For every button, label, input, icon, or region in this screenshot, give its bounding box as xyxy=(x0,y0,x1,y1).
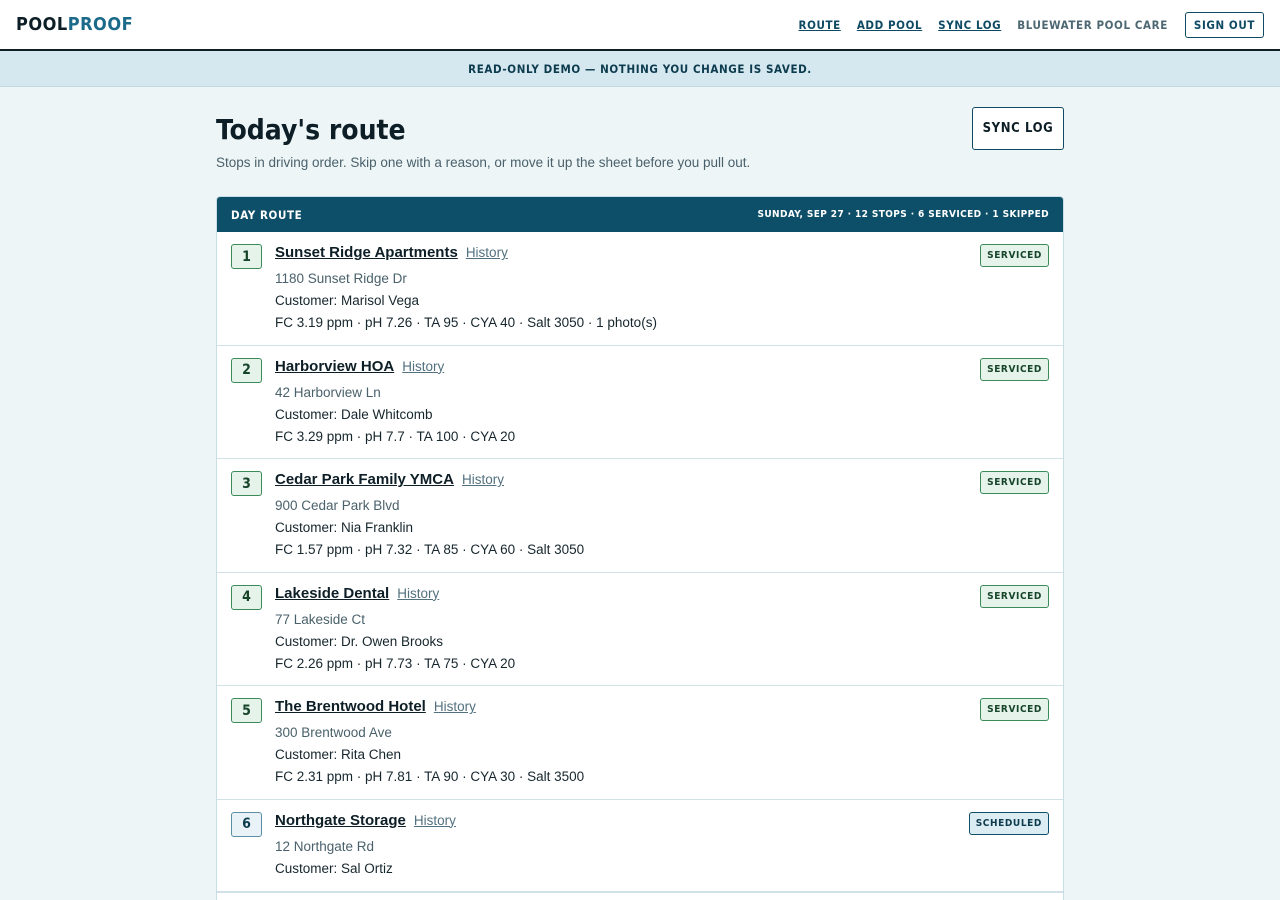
stop-customer: Customer: Nia Franklin xyxy=(275,520,414,535)
status-badge: SERVICED xyxy=(980,471,1049,494)
top-nav-bar: POOLPROOF ROUTE ADD POOL SYNC LOG BLUEWA… xyxy=(0,0,1280,51)
main-nav: ROUTE ADD POOL SYNC LOG BLUEWATER POOL C… xyxy=(783,11,1264,38)
sign-out-button[interactable]: SIGN OUT xyxy=(1184,11,1264,38)
brand-logo[interactable]: POOLPROOF xyxy=(16,14,133,35)
stop-name-link[interactable]: Sunset Ridge Apartments xyxy=(275,244,458,261)
route-stop-next xyxy=(217,891,1063,900)
stop-customer: Customer: Marisol Vega xyxy=(275,293,420,308)
day-route-summary: SUNDAY, SEP 27 · 12 STOPS · 6 SERVICED ·… xyxy=(757,209,1049,220)
stop-history-link[interactable]: History xyxy=(466,245,508,260)
route-stop: 5 The Brentwood Hotel History 300 Brentw… xyxy=(217,686,1063,800)
status-badge: SCHEDULED xyxy=(968,811,1049,835)
stop-name-link[interactable]: Lakeside Dental xyxy=(275,585,389,602)
route-stop: 4 Lakeside Dental History 77 Lakeside Ct… xyxy=(217,573,1063,686)
stop-address: 1180 Sunset Ridge Dr xyxy=(275,271,407,286)
status-badge: SERVICED xyxy=(980,244,1049,267)
nav-sync-log-link[interactable]: SYNC LOG xyxy=(938,18,1001,32)
stop-name-link[interactable]: Cedar Park Family YMCA xyxy=(275,471,454,488)
brand-part-1: POOL xyxy=(16,14,68,35)
stop-customer: Customer: Dr. Owen Brooks xyxy=(275,633,444,649)
stop-history-link[interactable]: History xyxy=(462,472,504,487)
stop-number: 1 xyxy=(231,244,262,269)
stop-readings: FC 1.57 ppm · pH 7.32 · TA 85 · CYA 60 ·… xyxy=(275,542,585,557)
stop-name-link[interactable]: The Brentwood Hotel xyxy=(275,698,426,715)
day-route-card: DAY ROUTE SUNDAY, SEP 27 · 12 STOPS · 6 … xyxy=(216,196,1064,900)
main-content: Today's route SYNC LOG Stops in driving … xyxy=(216,87,1064,900)
route-stop: 2 Harborview HOA History 42 Harborview L… xyxy=(217,346,1063,459)
stop-customer: Customer: Rita Chen xyxy=(275,747,402,762)
route-stop: 1 Sunset Ridge Apartments History 1180 S… xyxy=(217,232,1063,346)
stop-number: 6 xyxy=(231,811,262,837)
stop-number: 5 xyxy=(231,698,262,723)
status-badge: SERVICED xyxy=(980,584,1049,608)
stop-history-link[interactable]: History xyxy=(434,699,476,714)
stop-customer: Customer: Sal Ortiz xyxy=(275,860,393,876)
nav-route-link[interactable]: ROUTE xyxy=(799,18,841,32)
stop-number: 4 xyxy=(231,584,262,610)
page-header: Today's route SYNC LOG xyxy=(216,107,1064,150)
day-route-label: DAY ROUTE xyxy=(231,207,303,222)
sync-log-button[interactable]: SYNC LOG xyxy=(972,107,1064,150)
stop-address: 12 Northgate Rd xyxy=(275,838,375,854)
stop-name-link[interactable]: Harborview HOA xyxy=(275,358,394,375)
day-route-header: DAY ROUTE SUNDAY, SEP 27 · 12 STOPS · 6 … xyxy=(217,197,1063,232)
stop-address: 300 Brentwood Ave xyxy=(275,725,392,740)
stop-readings: FC 3.29 ppm · pH 7.7 · TA 100 · CYA 20 xyxy=(275,428,516,444)
stop-name-link[interactable]: Northgate Storage xyxy=(275,812,406,829)
stop-address: 42 Harborview Ln xyxy=(275,384,381,400)
stop-number: 2 xyxy=(231,357,262,383)
route-stop: 6 Northgate Storage History 12 Northgate… xyxy=(217,800,1063,892)
brand-part-2: PROOF xyxy=(67,14,134,35)
page-subtitle: Stops in driving order. Skip one with a … xyxy=(216,155,751,170)
stop-history-link[interactable]: History xyxy=(397,586,439,601)
demo-banner: READ-ONLY DEMO — NOTHING YOU CHANGE IS S… xyxy=(0,51,1280,87)
stop-address: 77 Lakeside Ct xyxy=(275,611,366,627)
stop-history-link[interactable]: History xyxy=(414,813,456,828)
stop-readings: FC 3.19 ppm · pH 7.26 · TA 95 · CYA 40 ·… xyxy=(275,315,657,330)
status-badge: SERVICED xyxy=(980,357,1049,381)
page-title: Today's route xyxy=(216,113,406,146)
stop-readings: FC 2.26 ppm · pH 7.73 · TA 75 · CYA 20 xyxy=(275,655,516,671)
nav-add-pool-link[interactable]: ADD POOL xyxy=(857,18,922,32)
org-name: BLUEWATER POOL CARE xyxy=(1017,17,1168,32)
status-badge: SERVICED xyxy=(980,698,1049,721)
stop-customer: Customer: Dale Whitcomb xyxy=(275,406,433,422)
stop-number: 3 xyxy=(231,471,262,496)
stop-history-link[interactable]: History xyxy=(402,359,444,374)
route-stop: 3 Cedar Park Family YMCA History 900 Ced… xyxy=(217,459,1063,573)
stop-address: 900 Cedar Park Blvd xyxy=(275,498,400,513)
stop-readings: FC 2.31 ppm · pH 7.81 · TA 90 · CYA 30 ·… xyxy=(275,769,585,784)
